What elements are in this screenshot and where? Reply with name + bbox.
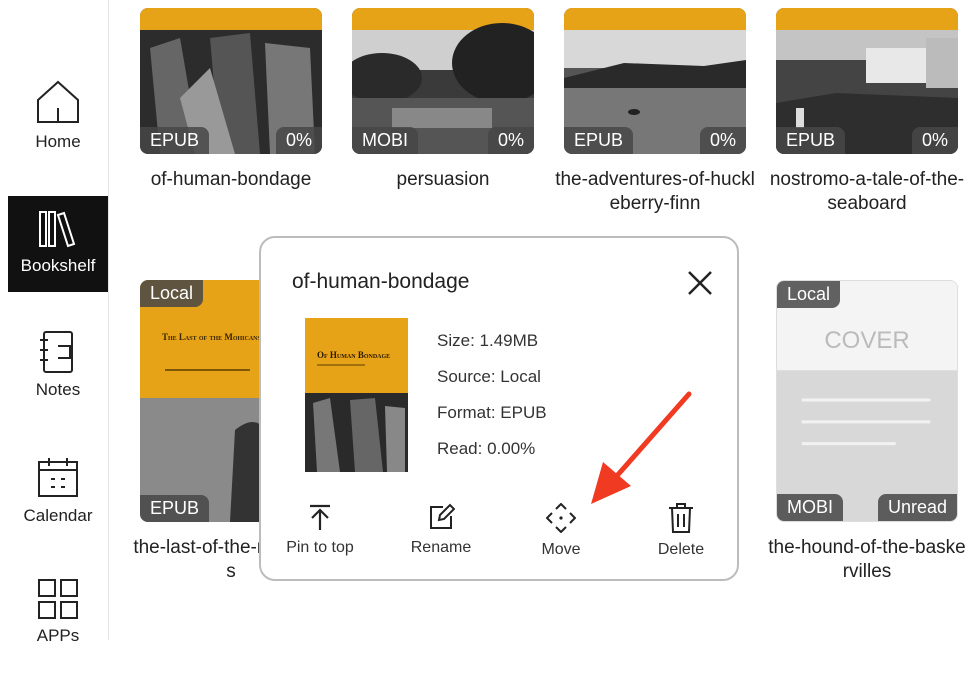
book-title: the-hound-of-the-baskervilles (768, 537, 966, 582)
sidebar-item-apps[interactable]: APPs (8, 578, 108, 674)
home-icon (37, 80, 79, 123)
cover-title: The Last of the Mohicans (162, 332, 261, 342)
format-badge: MOBI (352, 127, 419, 154)
format-badge: EPUB (564, 127, 634, 154)
sidebar-item-label: Notes (35, 380, 81, 399)
sidebar-item-bookshelf[interactable]: Bookshelf (8, 196, 108, 292)
book-title: nostromo-a-tale-of-the-seaboard (769, 169, 965, 214)
book-title: of-human-bondage (150, 169, 312, 190)
dialog-title: of-human-bondage (292, 270, 470, 293)
annotation-arrow-icon (591, 391, 692, 504)
format-info: Format: EPUB (437, 403, 547, 422)
calendar-icon (38, 458, 78, 497)
book-card[interactable]: COVER Local MOBI Unread (776, 280, 958, 522)
move-button[interactable]: Move (511, 503, 611, 559)
dialog-book-cover: Of Human Bondage (305, 318, 408, 472)
status-badge: Unread (877, 494, 957, 521)
move-icon (546, 503, 576, 533)
close-icon[interactable] (685, 268, 715, 298)
size-info: Size: 1.49MB (437, 331, 539, 350)
sidebar-item-label: Bookshelf (20, 256, 96, 275)
rename-icon (430, 503, 455, 529)
source-info: Source: Local (437, 367, 541, 386)
book-card[interactable]: EPUB 0% (776, 8, 958, 154)
sidebar-item-label: Home (35, 132, 81, 151)
sidebar: Home Bookshelf Notes Calendar APPs (0, 0, 108, 645)
format-badge: EPUB (140, 127, 210, 154)
sidebar-item-label: Calendar (23, 506, 93, 525)
book-cover (777, 281, 957, 521)
pin-to-top-label: Pin to top (286, 539, 354, 556)
sidebar-item-home[interactable]: Home (8, 78, 108, 174)
move-label: Move (541, 541, 581, 558)
pin-to-top-button[interactable]: Pin to top (270, 503, 370, 557)
notes-icon (40, 331, 73, 373)
read-progress-info: Read: 0.00% (437, 439, 536, 458)
progress-badge: 0% (911, 127, 958, 154)
book-card[interactable]: MOBI 0% (352, 8, 534, 154)
book-title: persuasion (396, 169, 490, 190)
sidebar-item-calendar[interactable]: Calendar (8, 456, 108, 552)
delete-button[interactable]: Delete (631, 503, 731, 559)
sidebar-item-notes[interactable]: Notes (8, 330, 108, 426)
sidebar-divider (108, 0, 109, 640)
book-card[interactable]: EPUB 0% (564, 8, 746, 154)
format-badge: EPUB (140, 495, 210, 522)
apps-icon (38, 579, 78, 619)
format-badge: MOBI (777, 494, 844, 521)
cover-placeholder-text: COVER (824, 327, 910, 354)
progress-badge: 0% (699, 127, 746, 154)
rename-label: Rename (410, 539, 472, 556)
book-card[interactable]: EPUB 0% (140, 8, 322, 154)
delete-label: Delete (657, 541, 705, 558)
cover-title: Of Human Bondage (317, 350, 391, 360)
sidebar-item-label: APPs (36, 626, 80, 645)
progress-badge: 0% (487, 127, 534, 154)
source-badge: Local (140, 280, 204, 307)
format-badge: EPUB (776, 127, 846, 154)
rename-button[interactable]: Rename (391, 503, 491, 557)
source-badge: Local (777, 281, 841, 308)
pin-to-top-icon (310, 504, 330, 530)
progress-badge: 0% (275, 127, 322, 154)
bookshelf-icon (39, 211, 76, 248)
book-title: the-adventures-of-huckleberry-finn (555, 169, 755, 214)
